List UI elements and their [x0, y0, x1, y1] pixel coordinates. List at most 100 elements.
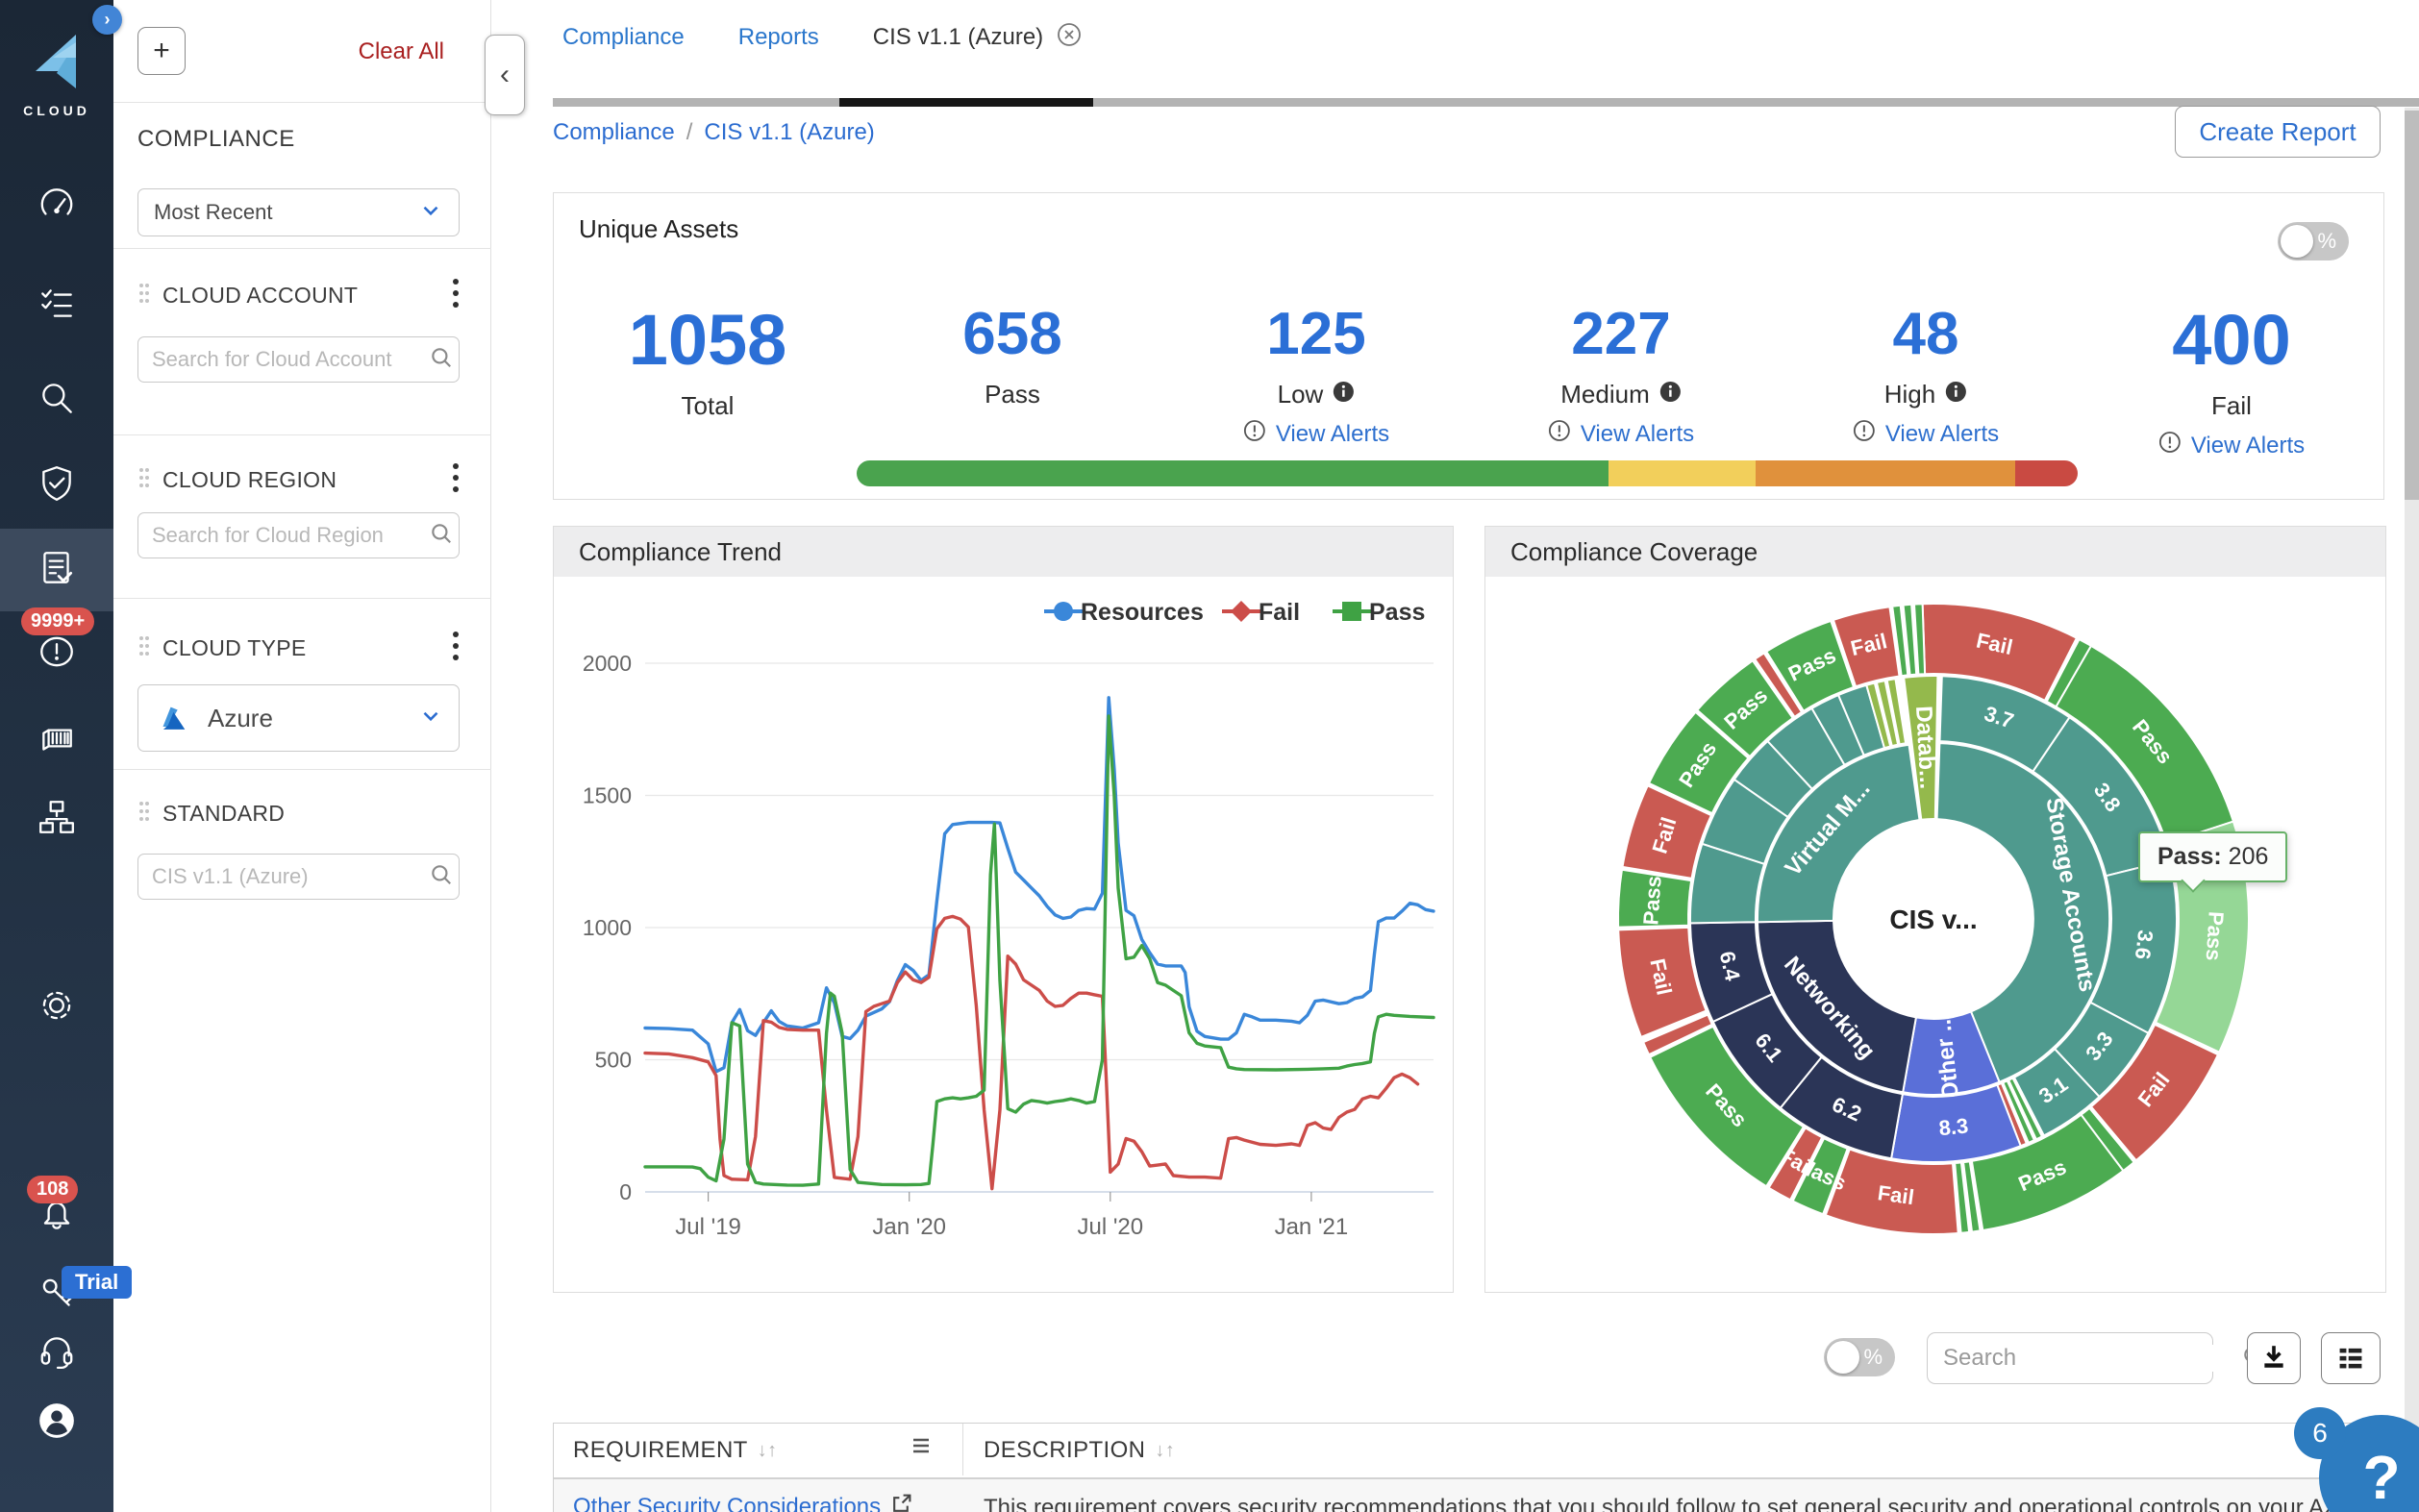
horizontal-scrollbar-track[interactable] — [553, 98, 2419, 107]
compliance-trend-chart[interactable]: 0500100015002000Jul '19Jan '20Jul '20Jan… — [554, 577, 1453, 1292]
svg-text:Resources: Resources — [1081, 599, 1204, 626]
chevron-right-icon: › — [105, 10, 111, 30]
svg-text:Jan '21: Jan '21 — [1275, 1214, 1349, 1240]
sidebar-item-containers[interactable] — [0, 699, 113, 781]
table-search-input[interactable] — [1943, 1345, 2241, 1372]
table-row[interactable]: Other Security ConsiderationsThis requir… — [554, 1477, 2383, 1512]
column-header-description[interactable]: DESCRIPTION↓↑ — [984, 1437, 1175, 1464]
severity-bar-segment — [857, 460, 1609, 486]
requirement-link[interactable]: Other Security Considerations — [573, 1493, 912, 1512]
stat-pass: 658 Pass — [962, 305, 1061, 409]
filter-section-header-cloud-region: CLOUD REGION — [137, 461, 460, 499]
cloud-type-select[interactable]: Azure — [137, 684, 460, 752]
sunburst-label: Pass — [1638, 875, 1665, 926]
add-filter-button[interactable]: + — [137, 27, 186, 75]
sidebar-item-dashboard[interactable] — [0, 165, 113, 248]
view-alerts-link[interactable]: View Alerts — [1548, 419, 1694, 449]
vertical-scrollbar-thumb[interactable] — [2405, 111, 2419, 500]
download-button[interactable] — [2247, 1332, 2301, 1384]
filter-search-input[interactable] — [152, 864, 429, 889]
percent-toggle[interactable]: % — [2278, 222, 2349, 260]
tooltip-value: 206 — [2229, 843, 2269, 870]
kebab-menu-icon[interactable] — [452, 277, 460, 314]
stat-value: 658 — [962, 305, 1061, 364]
shield-check-icon — [37, 463, 77, 508]
info-icon[interactable] — [1945, 380, 1967, 409]
tab-label: CIS v1.1 (Azure) — [873, 24, 1043, 51]
severity-bar-segment — [2015, 460, 2078, 486]
brand-logo: CLOUD — [0, 29, 113, 118]
drag-handle-icon[interactable] — [137, 282, 151, 310]
search-icon — [429, 345, 454, 375]
sidebar-item-resources[interactable] — [0, 778, 113, 860]
alert-circle-icon — [1853, 419, 1876, 449]
filter-section-title: CLOUD TYPE — [162, 635, 452, 661]
sunburst-label: Pass — [2202, 910, 2229, 961]
column-divider[interactable] — [962, 1424, 963, 1475]
sidebar-item-policies[interactable] — [0, 264, 113, 347]
tab-reports[interactable]: Reports — [738, 24, 819, 51]
kebab-menu-icon[interactable] — [452, 630, 460, 667]
brand-logo-text: CLOUD — [0, 103, 113, 118]
sort-select[interactable]: Most Recent — [137, 188, 460, 236]
trend-line-pass[interactable] — [645, 716, 1434, 1185]
create-report-button[interactable]: Create Report — [2175, 106, 2381, 158]
view-alerts-link[interactable]: View Alerts — [1853, 419, 1999, 449]
column-header-requirement[interactable]: REQUIREMENT↓↑ — [573, 1437, 778, 1464]
filter-search-input[interactable] — [152, 347, 429, 372]
stat-label: Pass — [985, 380, 1040, 409]
sidebar-item-settings[interactable] — [0, 966, 113, 1049]
drag-handle-icon[interactable] — [137, 634, 151, 662]
svg-text:Pass: Pass — [1369, 599, 1425, 626]
kebab-menu-icon[interactable] — [452, 461, 460, 499]
sort-icon[interactable]: ↓↑ — [758, 1440, 778, 1462]
tab-cis-v1-1-azure-[interactable]: CIS v1.1 (Azure) — [873, 22, 1082, 54]
tab-compliance[interactable]: Compliance — [562, 24, 685, 51]
horizontal-scrollbar-thumb[interactable] — [839, 98, 1093, 107]
filter-section-header-standard: STANDARD — [137, 800, 460, 828]
sidebar-expand-button[interactable]: › — [92, 5, 122, 35]
legend-item-resources[interactable]: Resources — [1044, 599, 1204, 626]
trend-line-resources[interactable] — [645, 698, 1434, 1072]
toggle-knob — [1827, 1341, 1859, 1374]
toggle-knob — [2281, 225, 2313, 258]
column-menu-icon[interactable] — [911, 1437, 931, 1454]
stat-low: 125LowView Alerts — [1243, 305, 1389, 449]
legend-item-fail[interactable]: Fail — [1222, 599, 1300, 626]
filter-search-input[interactable] — [152, 523, 429, 548]
breadcrumb-link-2[interactable]: CIS v1.1 (Azure) — [704, 119, 874, 146]
gauge-icon — [37, 185, 77, 230]
view-alerts-link[interactable]: View Alerts — [2158, 431, 2305, 460]
table-view-button[interactable] — [2321, 1332, 2381, 1384]
info-icon[interactable] — [1659, 380, 1682, 409]
stat-label: Total — [682, 391, 735, 421]
breadcrumb: Compliance/CIS v1.1 (Azure) — [553, 119, 875, 146]
doc-check-icon — [37, 548, 77, 593]
table-percent-toggle[interactable]: % — [1824, 1338, 1895, 1376]
drag-handle-icon[interactable] — [137, 466, 151, 494]
container-icon — [37, 718, 77, 763]
view-alerts-link[interactable]: View Alerts — [1243, 419, 1389, 449]
stat-total: 1058Total — [629, 305, 787, 421]
clear-all-link[interactable]: Clear All — [359, 38, 444, 65]
collapse-panel-button[interactable]: ‹ — [485, 35, 525, 115]
compliance-coverage-sunburst[interactable]: Storage AccountsOther ...NetworkingVirtu… — [1485, 577, 2385, 1292]
trend-line-fail[interactable] — [645, 916, 1418, 1188]
question-mark-icon: ? — [2362, 1442, 2400, 1512]
sidebar-item-compliance[interactable] — [0, 529, 113, 611]
legend-item-pass[interactable]: Pass — [1333, 599, 1425, 626]
sidebar-item-security[interactable] — [0, 444, 113, 527]
close-tab-icon[interactable] — [1057, 22, 1082, 54]
sidebar-item-investigate[interactable] — [0, 359, 113, 441]
tab-label: Reports — [738, 24, 819, 51]
drag-handle-icon[interactable] — [137, 800, 151, 828]
sort-icon[interactable]: ↓↑ — [1155, 1440, 1175, 1462]
sunburst-tooltip: Pass: 206 — [2138, 831, 2287, 882]
svg-text:Jul '19: Jul '19 — [675, 1214, 741, 1240]
avatar-icon — [37, 1400, 77, 1446]
sidebar-item-profile[interactable] — [0, 1381, 113, 1464]
breadcrumb-link-1[interactable]: Compliance — [553, 119, 675, 146]
svg-text:Jul '20: Jul '20 — [1077, 1214, 1143, 1240]
unique-assets-title: Unique Assets — [579, 214, 738, 244]
info-icon[interactable] — [1333, 380, 1355, 409]
